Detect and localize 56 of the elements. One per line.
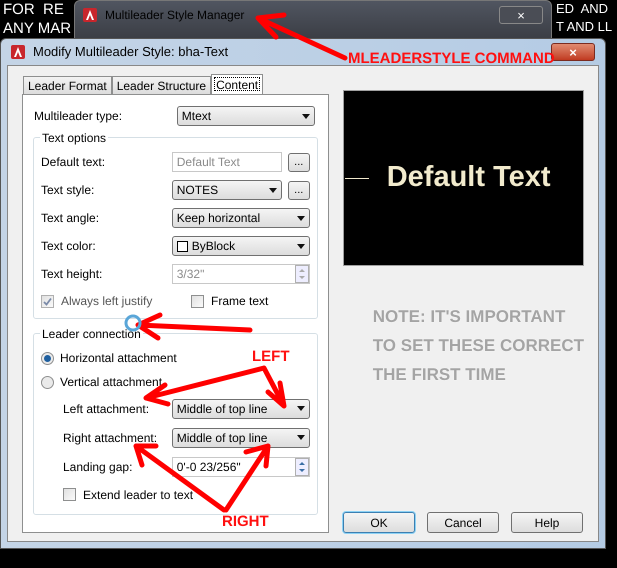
window-title: Multileader Style Manager	[105, 7, 244, 24]
dropdown[interactable]: Middle of top line	[172, 398, 310, 418]
close-button[interactable]: ×	[499, 6, 543, 24]
drawing-text: FOR RE	[3, 0, 65, 19]
drawing-text: ED AND	[556, 0, 610, 18]
drawing-text: T AND LL	[556, 18, 612, 36]
field-label: Multileader type:	[34, 108, 122, 125]
field-label: Text height:	[41, 266, 102, 283]
field-label: Text angle:	[41, 210, 100, 227]
checkbox-label: Frame text	[211, 293, 268, 310]
checkbox-label: Always left justify	[61, 293, 152, 310]
tab[interactable]: Content	[211, 74, 264, 94]
note-text: THE FIRST TIME	[372, 364, 507, 386]
dropdown[interactable]: ByBlock	[172, 236, 310, 256]
spinner-field[interactable]: 0'-0 23/256"	[172, 456, 310, 476]
radio-button[interactable]	[41, 352, 54, 364]
note-text: TO SET THESE CORRECT	[372, 335, 584, 357]
app-logo-icon	[11, 45, 25, 59]
checkbox[interactable]	[191, 294, 204, 308]
radio-label: Vertical attachment	[60, 374, 162, 391]
checkbox[interactable]	[63, 488, 76, 501]
field-label: Right attachment:	[63, 430, 158, 446]
note-text: NOTE: IT'S IMPORTANT	[372, 306, 566, 328]
spin-arrows-icon[interactable]	[294, 458, 309, 476]
caret-icon	[268, 188, 277, 192]
dropdown[interactable]: Middle of top line	[172, 428, 310, 448]
dropdown[interactable]: Mtext	[176, 106, 315, 126]
radio-button[interactable]	[41, 376, 54, 388]
caret-icon	[302, 114, 310, 118]
drawing-text: ANY MAR	[3, 19, 72, 38]
checkbox-label: Extend leader to text	[83, 486, 194, 504]
caret-icon	[296, 406, 305, 411]
caret-icon	[296, 435, 305, 440]
dialog-button[interactable]: Help	[511, 512, 583, 533]
app-logo-icon	[83, 8, 97, 22]
annotation-text: RIGHT	[222, 512, 269, 532]
field-label: Default text:	[41, 154, 106, 171]
window-title: Modify Multileader Style: bha-Text	[33, 43, 228, 62]
radio-label: Horizontal attachment	[60, 350, 177, 367]
annotation-text: LEFT	[252, 347, 290, 367]
caret-icon	[296, 216, 305, 220]
field-label: Landing gap:	[63, 458, 132, 476]
field-label: Left attachment:	[63, 400, 150, 418]
dropdown[interactable]: Keep horizontal	[172, 208, 310, 228]
tab[interactable]: Leader Format	[23, 76, 112, 94]
caret-icon	[296, 244, 305, 248]
field-label: Text color:	[41, 238, 96, 255]
tab[interactable]: Leader Structure	[112, 76, 212, 94]
color-swatch	[176, 240, 188, 252]
browse-button[interactable]: ...	[288, 180, 310, 200]
field-label: Text style:	[41, 182, 94, 199]
dialog-button[interactable]: OK	[343, 512, 415, 533]
preview-text: Default Text	[386, 160, 551, 196]
check-icon	[43, 296, 52, 306]
dialog-button[interactable]: Cancel	[427, 512, 499, 533]
dropdown[interactable]: NOTES	[172, 180, 282, 200]
